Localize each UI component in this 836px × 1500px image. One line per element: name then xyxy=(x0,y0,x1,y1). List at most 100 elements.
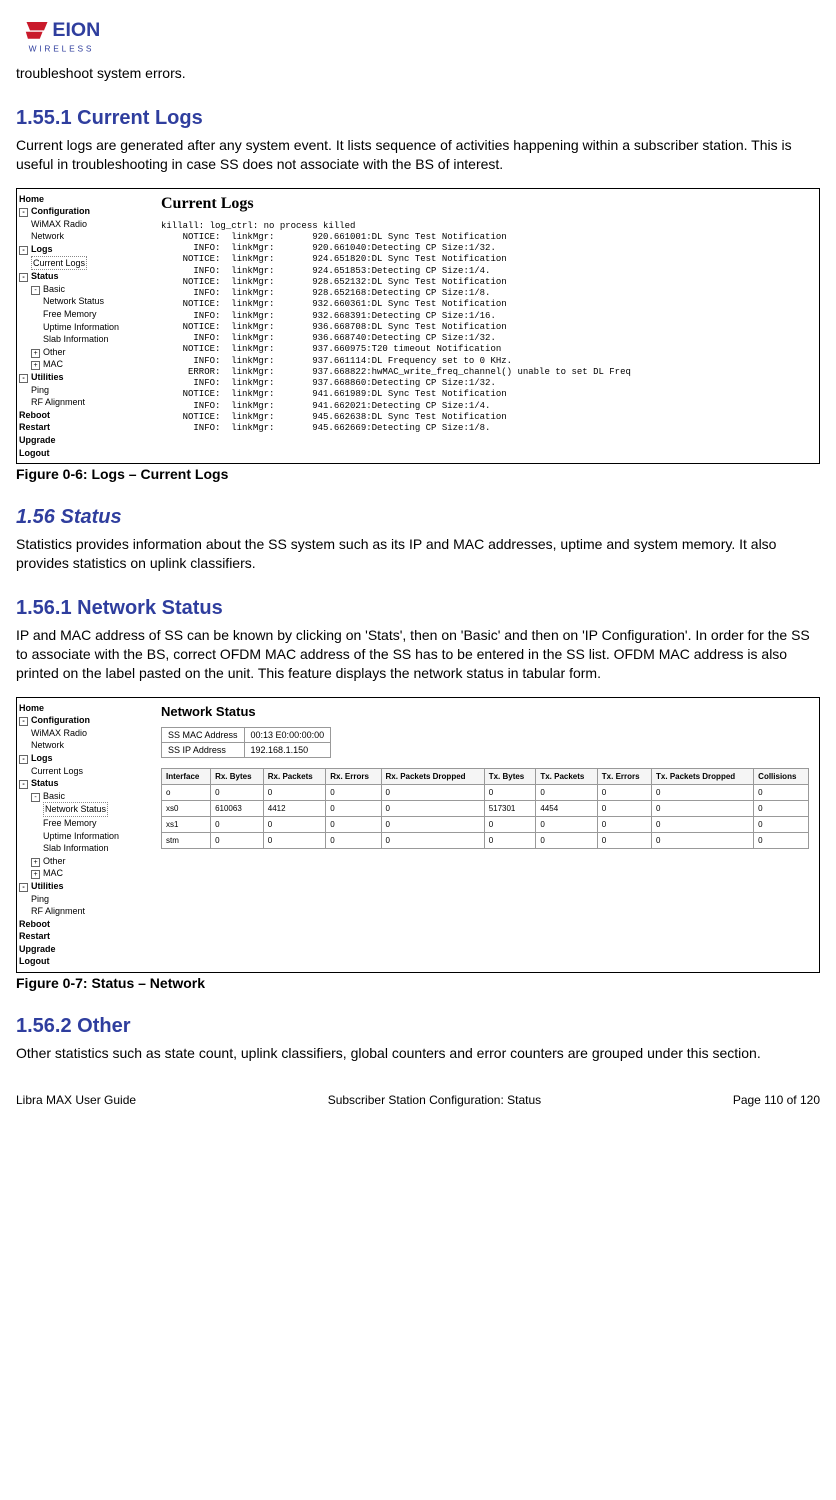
nav2-slab[interactable]: Slab Information xyxy=(19,842,149,855)
figure-0-6-caption: Figure 0-6: Logs – Current Logs xyxy=(16,463,820,482)
nav-utilities[interactable]: -Utilities xyxy=(19,371,149,384)
nav2-restart[interactable]: Restart xyxy=(19,930,149,943)
nav-logs[interactable]: -Logs xyxy=(19,243,149,256)
heading-1-56-1: 1.56.1 Network Status xyxy=(16,597,820,620)
nav2-logs[interactable]: -Logs xyxy=(19,752,149,765)
figure-0-7-caption: Figure 0-7: Status – Network xyxy=(16,972,820,991)
table-cell: 0 xyxy=(597,800,651,816)
table-cell: o xyxy=(162,784,211,800)
nav-config[interactable]: -Configuration xyxy=(19,205,149,218)
nav-uptime[interactable]: Uptime Information xyxy=(19,321,149,334)
table-row: xs06100634412005173014454000 xyxy=(162,800,809,816)
nav-status[interactable]: -Status xyxy=(19,270,149,283)
table-cell: 0 xyxy=(754,784,809,800)
nav2-rfalign[interactable]: RF Alignment xyxy=(19,905,149,918)
table-header: Rx. Packets xyxy=(263,768,325,784)
network-status-pane: Network Status SS MAC Address00:13 E0:00… xyxy=(151,698,819,972)
address-table: SS MAC Address00:13 E0:00:00:00 SS IP Ad… xyxy=(161,727,331,758)
current-logs-title: Current Logs xyxy=(161,195,809,213)
svg-text:WIRELESS: WIRELESS xyxy=(29,43,95,53)
brand-logo: EION WIRELESS xyxy=(16,16,820,56)
table-cell: 0 xyxy=(381,784,484,800)
nav-slab[interactable]: Slab Information xyxy=(19,333,149,346)
table-cell: 0 xyxy=(536,784,597,800)
table-cell: 0 xyxy=(381,832,484,848)
table-cell: 0 xyxy=(484,816,536,832)
nav-current-logs[interactable]: Current Logs xyxy=(19,256,149,271)
table-cell: 0 xyxy=(536,832,597,848)
nav2-home[interactable]: Home xyxy=(19,702,149,715)
nav2-freemem[interactable]: Free Memory xyxy=(19,817,149,830)
table-cell: 4454 xyxy=(536,800,597,816)
table-header: Rx. Packets Dropped xyxy=(381,768,484,784)
table-header: Tx. Bytes xyxy=(484,768,536,784)
nav2-logout[interactable]: Logout xyxy=(19,955,149,968)
table-header: Collisions xyxy=(754,768,809,784)
nav2-upgrade[interactable]: Upgrade xyxy=(19,943,149,956)
nav2-ping[interactable]: Ping xyxy=(19,893,149,906)
intro-text: troubleshoot system errors. xyxy=(16,64,820,83)
nav2-network[interactable]: Network xyxy=(19,739,149,752)
table-cell: 0 xyxy=(263,816,325,832)
nav2-utilities[interactable]: -Utilities xyxy=(19,880,149,893)
nav-freemem[interactable]: Free Memory xyxy=(19,308,149,321)
nav-upgrade[interactable]: Upgrade xyxy=(19,434,149,447)
table-cell: 0 xyxy=(326,784,381,800)
table-header: Tx. Packets Dropped xyxy=(652,768,754,784)
nav-network[interactable]: Network xyxy=(19,230,149,243)
table-header: Rx. Errors xyxy=(326,768,381,784)
table-cell: 0 xyxy=(652,800,754,816)
nav2-current-logs[interactable]: Current Logs xyxy=(19,765,149,778)
log-output: killall: log_ctrl: no process killed NOT… xyxy=(161,221,809,435)
nav2-wimax[interactable]: WiMAX Radio xyxy=(19,727,149,740)
nav2-netstat[interactable]: Network Status xyxy=(19,802,149,817)
table-header: Tx. Packets xyxy=(536,768,597,784)
nav-ping[interactable]: Ping xyxy=(19,384,149,397)
table-cell: xs1 xyxy=(162,816,211,832)
nav-basic[interactable]: -Basic xyxy=(19,283,149,296)
table-cell: 610063 xyxy=(211,800,264,816)
heading-1-56-2: 1.56.2 Other xyxy=(16,1015,820,1038)
table-row: o000000000 xyxy=(162,784,809,800)
nav-tree: Home -Configuration WiMAX Radio Network … xyxy=(17,189,151,463)
table-row: xs1000000000 xyxy=(162,816,809,832)
nav-home[interactable]: Home xyxy=(19,193,149,206)
para-1-56-1: IP and MAC address of SS can be known by… xyxy=(16,626,820,683)
para-1-55-1: Current logs are generated after any sys… xyxy=(16,136,820,174)
nav-mac[interactable]: +MAC xyxy=(19,358,149,371)
current-logs-pane: Current Logs killall: log_ctrl: no proce… xyxy=(151,189,819,463)
nav2-uptime[interactable]: Uptime Information xyxy=(19,830,149,843)
nav-logout[interactable]: Logout xyxy=(19,447,149,460)
table-cell: 0 xyxy=(381,800,484,816)
nav-reboot[interactable]: Reboot xyxy=(19,409,149,422)
nav-other[interactable]: +Other xyxy=(19,346,149,359)
footer-left: Libra MAX User Guide xyxy=(16,1093,136,1107)
nav2-basic[interactable]: -Basic xyxy=(19,790,149,803)
table-cell: 0 xyxy=(652,816,754,832)
figure-0-7: Home -Configuration WiMAX Radio Network … xyxy=(16,697,820,973)
nav2-status[interactable]: -Status xyxy=(19,777,149,790)
nav2-mac[interactable]: +MAC xyxy=(19,867,149,880)
table-cell: 0 xyxy=(326,800,381,816)
table-header: Rx. Bytes xyxy=(211,768,264,784)
table-cell: 0 xyxy=(211,784,264,800)
nav-wimax[interactable]: WiMAX Radio xyxy=(19,218,149,231)
table-cell: 0 xyxy=(597,784,651,800)
nav-netstat[interactable]: Network Status xyxy=(19,295,149,308)
table-cell: 0 xyxy=(536,816,597,832)
table-cell: 0 xyxy=(597,816,651,832)
mac-value: 00:13 E0:00:00:00 xyxy=(244,727,331,742)
table-cell: 0 xyxy=(263,784,325,800)
nav-restart[interactable]: Restart xyxy=(19,421,149,434)
nav2-reboot[interactable]: Reboot xyxy=(19,918,149,931)
table-cell: 0 xyxy=(326,816,381,832)
table-cell: 0 xyxy=(211,816,264,832)
figure-0-6: Home -Configuration WiMAX Radio Network … xyxy=(16,188,820,464)
nav2-other[interactable]: +Other xyxy=(19,855,149,868)
nav-rfalign[interactable]: RF Alignment xyxy=(19,396,149,409)
table-header: Interface xyxy=(162,768,211,784)
table-cell: 0 xyxy=(211,832,264,848)
nav2-config[interactable]: -Configuration xyxy=(19,714,149,727)
svg-text:EION: EION xyxy=(52,19,100,41)
footer-right: Page 110 of 120 xyxy=(733,1093,820,1107)
